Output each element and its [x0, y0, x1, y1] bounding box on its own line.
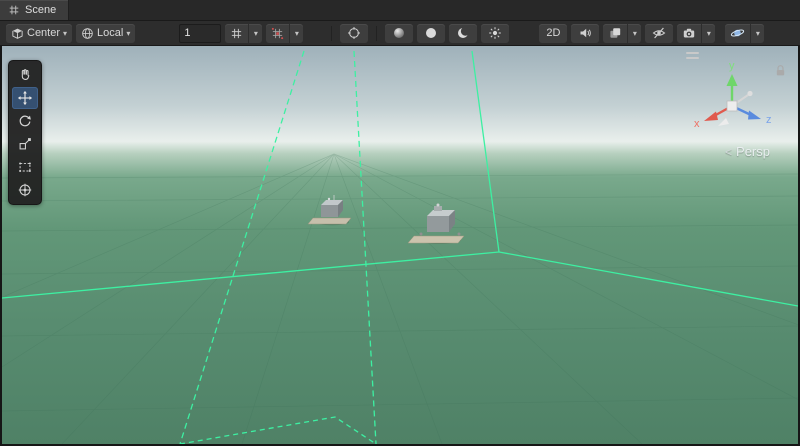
axis-z-label: z	[766, 114, 772, 126]
effects-button[interactable]	[603, 24, 627, 43]
increment-snap-split-button: ▾	[266, 24, 303, 43]
effects-dropdown[interactable]: ▾	[628, 24, 641, 43]
camera-split-button: ▾	[677, 24, 715, 43]
rect-icon	[17, 159, 33, 175]
transform-tool-button[interactable]	[12, 179, 38, 201]
mode-2d-label: 2D	[546, 27, 560, 39]
axis-y-cone[interactable]	[727, 74, 738, 86]
sphere-icon	[424, 26, 438, 40]
skybox-toggle[interactable]	[449, 24, 477, 43]
globe-icon	[81, 27, 94, 40]
orientation-dropdown[interactable]: Local ▾	[76, 24, 135, 43]
pivot-mode-dropdown[interactable]: Center ▾	[6, 24, 72, 43]
rotate-tool-button[interactable]	[12, 110, 38, 132]
collapse-arrow-icon: <	[725, 145, 732, 159]
gizmos-button[interactable]	[725, 24, 750, 43]
camera-settings-button[interactable]	[677, 24, 701, 43]
shaded-sphere-icon	[392, 26, 406, 40]
projection-label: Persp	[736, 144, 770, 159]
increment-snap-dropdown[interactable]: ▾	[290, 24, 303, 43]
shading-mode-toggle[interactable]	[385, 24, 413, 43]
camera-dropdown[interactable]: ▾	[702, 24, 715, 43]
crosshair-icon	[347, 26, 361, 40]
scene-window: Scene Center ▾ Local ▾	[0, 0, 800, 446]
transform-icon	[17, 182, 33, 198]
lighting-toggle[interactable]	[417, 24, 445, 43]
axis-x-cone[interactable]	[704, 112, 718, 122]
camera-icon	[682, 26, 696, 40]
grid-snap-button[interactable]	[225, 24, 248, 43]
flare-toggle[interactable]	[481, 24, 509, 43]
move-tool-button[interactable]	[12, 87, 38, 109]
tool-palette	[8, 60, 42, 205]
axis-gizmo[interactable]: y x z	[674, 58, 784, 150]
scene-toolbar: Center ▾ Local ▾ ▾	[0, 21, 800, 46]
tab-scene[interactable]: Scene	[0, 0, 69, 20]
toolbar-separator	[331, 26, 332, 41]
mode-2d-toggle[interactable]: 2D	[539, 24, 567, 43]
rect-tool-button[interactable]	[12, 156, 38, 178]
scale-tool-button[interactable]	[12, 133, 38, 155]
move-icon	[17, 90, 33, 106]
crescent-icon	[456, 26, 470, 40]
axis-y-label: y	[729, 60, 735, 72]
chevron-down-icon: ▾	[126, 29, 130, 38]
axis-neg-x[interactable]	[747, 91, 752, 96]
grid-visibility-split-button: ▾	[225, 24, 262, 43]
axis-x-label: x	[694, 118, 700, 130]
increment-snap-button[interactable]	[266, 24, 289, 43]
grid-size-input[interactable]	[179, 24, 221, 43]
hand-icon	[17, 67, 33, 83]
platform-small[interactable]	[308, 195, 351, 225]
eye-slash-icon	[652, 26, 666, 40]
projection-toggle[interactable]: < Persp	[725, 144, 770, 159]
pivot-label: Center	[27, 27, 60, 39]
chevron-down-icon: ▾	[63, 29, 67, 38]
sun-icon	[488, 26, 502, 40]
tab-bar: Scene	[0, 0, 800, 21]
grid-tab-icon	[8, 4, 20, 16]
effects-split-button: ▾	[603, 24, 641, 43]
audio-toggle[interactable]	[571, 24, 599, 43]
scene-viewport[interactable]: y x z < Persp	[2, 46, 798, 444]
axis-z-cone[interactable]	[748, 111, 761, 120]
hand-tool-button[interactable]	[12, 64, 38, 86]
toolbar-separator	[376, 26, 377, 41]
gizmos-split-button: ▾	[725, 24, 764, 43]
ground-grid	[2, 154, 798, 444]
increment-snap-icon	[271, 27, 284, 40]
effects-icon	[608, 26, 622, 40]
lock-icon[interactable]	[775, 64, 786, 77]
scene-visibility-toggle[interactable]	[645, 24, 673, 43]
axis-center-cube[interactable]	[727, 101, 737, 111]
grid-snap-icon	[230, 27, 243, 40]
gizmos-dropdown[interactable]: ▾	[751, 24, 764, 43]
orientation-label: Local	[97, 27, 123, 39]
orbit-icon	[730, 26, 745, 40]
tab-label: Scene	[25, 4, 56, 16]
gizmo-position-toggle[interactable]	[340, 24, 368, 43]
cube-icon	[11, 27, 24, 40]
grid-snap-dropdown[interactable]: ▾	[249, 24, 262, 43]
speaker-icon	[578, 26, 592, 40]
rotate-icon	[17, 113, 33, 129]
scale-icon	[17, 136, 33, 152]
platform-large[interactable]	[408, 204, 464, 245]
